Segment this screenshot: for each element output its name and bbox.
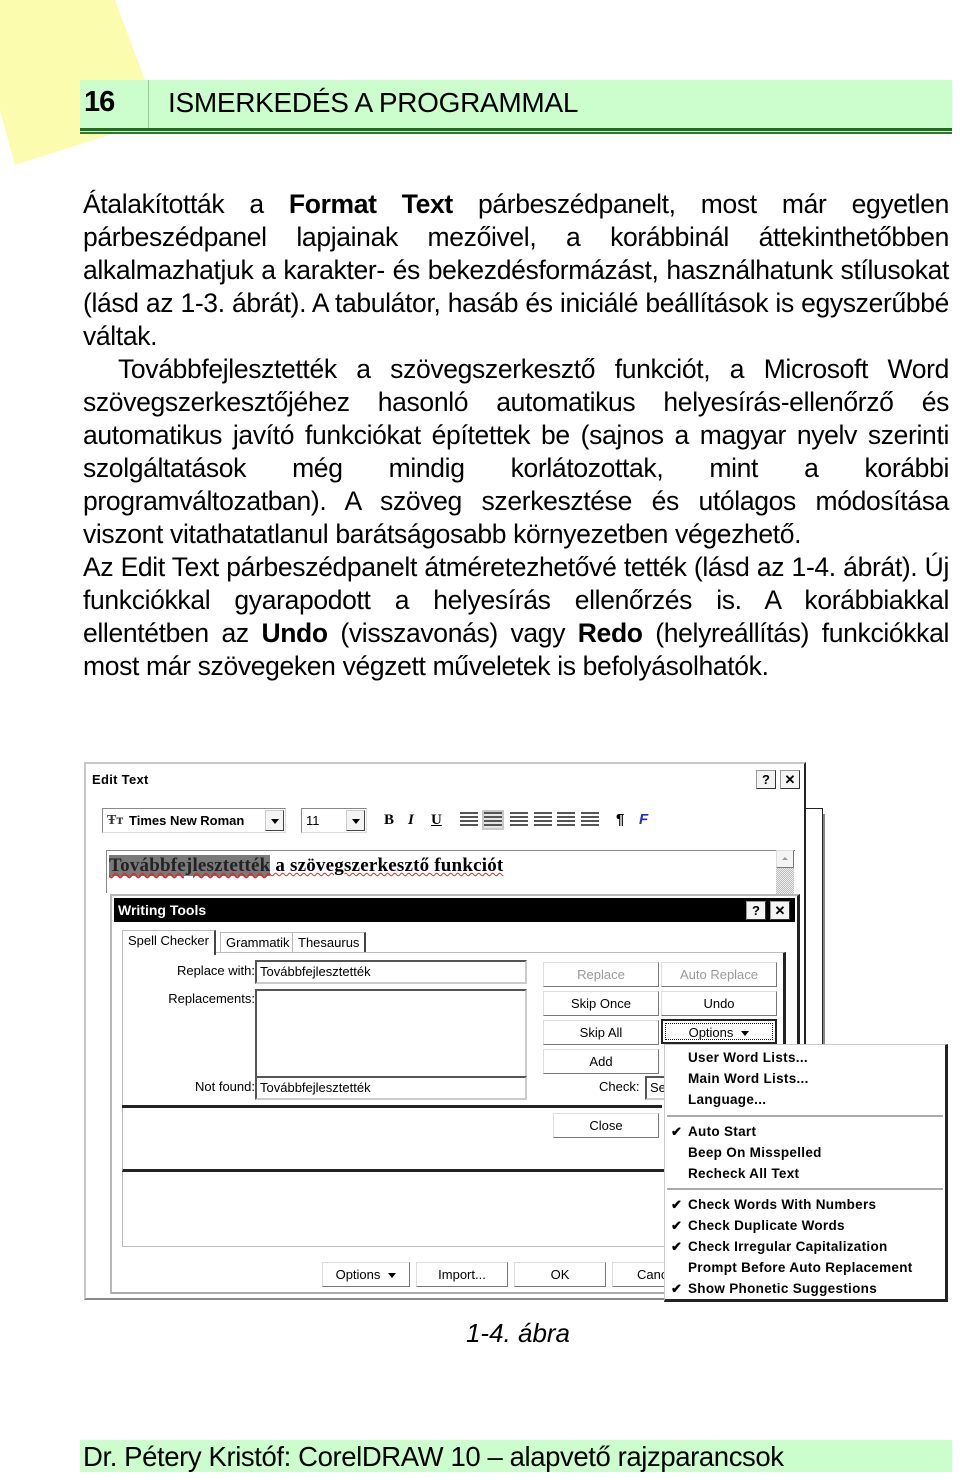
menu-item-auto-start[interactable]: ✔ Auto Start [665,1121,945,1142]
ok-button[interactable]: OK [514,1262,606,1287]
menu-item-check-words-with-numbers[interactable]: ✔ Check Words With Numbers [665,1194,945,1215]
menu-item-language[interactable]: Language... [665,1089,945,1110]
show-nonprinting-button[interactable]: ¶ [616,810,624,830]
body-text: Átalakították a Format Text párbeszédpan… [83,188,949,683]
chevron-down-icon[interactable] [265,810,284,831]
selected-word: Továbbfejlesztették [109,855,271,876]
tab-grammatik[interactable]: Grammatik [220,932,297,953]
align-right-icon[interactable] [534,812,552,828]
font-size-dropdown[interactable]: 11 [301,808,367,833]
replace-with-input[interactable]: Továbbfejlesztették [255,960,527,984]
menu-separator [667,1188,943,1191]
check-icon: ✔ [671,1124,683,1139]
vertical-scrollbar[interactable] [776,850,794,898]
close-dialog-button[interactable]: Close [553,1113,659,1138]
page-footer: Dr. Pétery Kristóf: CorelDRAW 10 – alapv… [80,1440,952,1472]
help-button[interactable]: ? [756,770,776,789]
align-center-icon[interactable] [510,812,528,828]
not-found-label: Not found: [195,1079,255,1094]
writing-tools-titlebar: Writing Tools ? ✕ [114,898,795,922]
font-name-value: Times New Roman [129,813,245,828]
check-icon: ✔ [671,1281,683,1296]
chapter-header: 16 ISMERKEDÉS A PROGRAMMAL [80,80,952,132]
underline-button[interactable]: U [431,810,442,830]
header-rule-lower [80,132,952,134]
check-icon: ✔ [671,1239,683,1254]
check-icon: ✔ [671,1218,683,1233]
edited-text: Továbbfejlesztették a szövegszerkesztő f… [109,855,503,877]
undo-button[interactable]: Undo [661,991,777,1016]
menu-item-check-duplicate-words[interactable]: ✔ Check Duplicate Words [665,1215,945,1236]
bold-term-format-text: Format Text [288,189,453,219]
bold-term-redo: Redo [577,618,643,648]
menu-item-prompt-before-auto-replacement[interactable]: Prompt Before Auto Replacement [665,1257,945,1278]
menu-separator [667,1115,943,1118]
chapter-title: ISMERKEDÉS A PROGRAMMAL [168,87,579,118]
options-dropdown-button[interactable]: Options [661,1019,777,1044]
figure-caption: 1-4. ábra [465,1318,571,1348]
focus-rectangle [665,1023,773,1040]
replacements-list[interactable] [255,989,527,1079]
skip-once-button[interactable]: Skip Once [543,991,659,1016]
menu-item-recheck-all-text[interactable]: Recheck All Text [665,1163,945,1184]
paragraph-2: Továbbfejlesztették a szövegszerkesztő f… [83,354,949,549]
replacements-label: Replacements: [168,991,255,1006]
import-button[interactable]: Import... [416,1262,508,1287]
menu-item-main-word-lists[interactable]: Main Word Lists... [665,1068,945,1089]
edit-text-dialog: Edit Text ? ✕ Ŧᴛ Times New Roman 11 B I … [84,762,948,1302]
check-label: Check: [599,1079,640,1094]
text-editing-area[interactable]: Továbbfejlesztették a szövegszerkesztő f… [106,850,795,893]
font-name-dropdown[interactable]: Ŧᴛ Times New Roman [102,808,286,833]
chevron-down-icon [388,1273,397,1279]
auto-replace-button[interactable]: Auto Replace [661,962,777,987]
help-button[interactable]: ? [746,901,766,920]
menu-item-beep-on-misspelled[interactable]: Beep On Misspelled [665,1142,945,1163]
menu-item-check-irregular-capitalization[interactable]: ✔ Check Irregular Capitalization [665,1236,945,1257]
tab-thesaurus[interactable]: Thesaurus [292,932,367,953]
figure-screenshot: Edit Text ? ✕ Ŧᴛ Times New Roman 11 B I … [84,762,950,1302]
font-size-value: 11 [306,813,320,828]
justify-icon[interactable] [557,812,575,828]
cancel-button[interactable]: Canc [612,1262,672,1287]
menu-item-user-word-lists[interactable]: User Word Lists... [665,1047,945,1068]
replace-with-label: Replace with: [176,963,255,978]
footer-text: Dr. Pétery Kristóf: CorelDRAW 10 – alapv… [83,1441,784,1472]
close-button[interactable]: ✕ [780,770,800,789]
scroll-up-arrow-icon[interactable] [776,850,794,868]
misspelled-text: a szövegszerkesztő funkciót [270,855,504,876]
align-left-icon[interactable] [482,810,504,830]
panel-divider [122,1105,662,1108]
chevron-down-icon[interactable] [346,810,365,831]
close-button[interactable]: ✕ [770,901,790,920]
italic-button[interactable]: I [408,810,414,830]
truetype-font-icon: Ŧᴛ [107,813,124,828]
paragraph-1: Átalakították a Format Text párbeszédpan… [83,189,949,351]
bold-button[interactable]: B [384,810,394,830]
edit-text-title: Edit Text [92,772,149,787]
writing-tools-title: Writing Tools [118,902,207,918]
page-number: 16 [84,86,115,118]
not-found-input[interactable]: Továbbfejlesztették [255,1076,527,1100]
options-popup-menu: User Word Lists... Main Word Lists... La… [664,1044,948,1302]
force-justify-icon[interactable] [581,812,599,828]
header-divider [148,80,149,132]
fontwork-button[interactable]: F [639,810,648,830]
skip-all-button[interactable]: Skip All [543,1020,659,1045]
bold-term-undo: Undo [261,618,328,648]
tab-spell-checker[interactable]: Spell Checker [122,930,216,955]
menu-item-show-phonetic-suggestions[interactable]: ✔ Show Phonetic Suggestions [665,1278,945,1299]
add-button[interactable]: Add [543,1049,659,1074]
bottom-options-button[interactable]: Options [322,1262,410,1287]
background-window [804,808,823,1050]
no-alignment-icon[interactable] [460,812,478,828]
replace-button[interactable]: Replace [543,962,659,987]
check-icon: ✔ [671,1197,683,1212]
paragraph-3: Az Edit Text párbeszédpanelt átméretezhe… [83,552,949,681]
